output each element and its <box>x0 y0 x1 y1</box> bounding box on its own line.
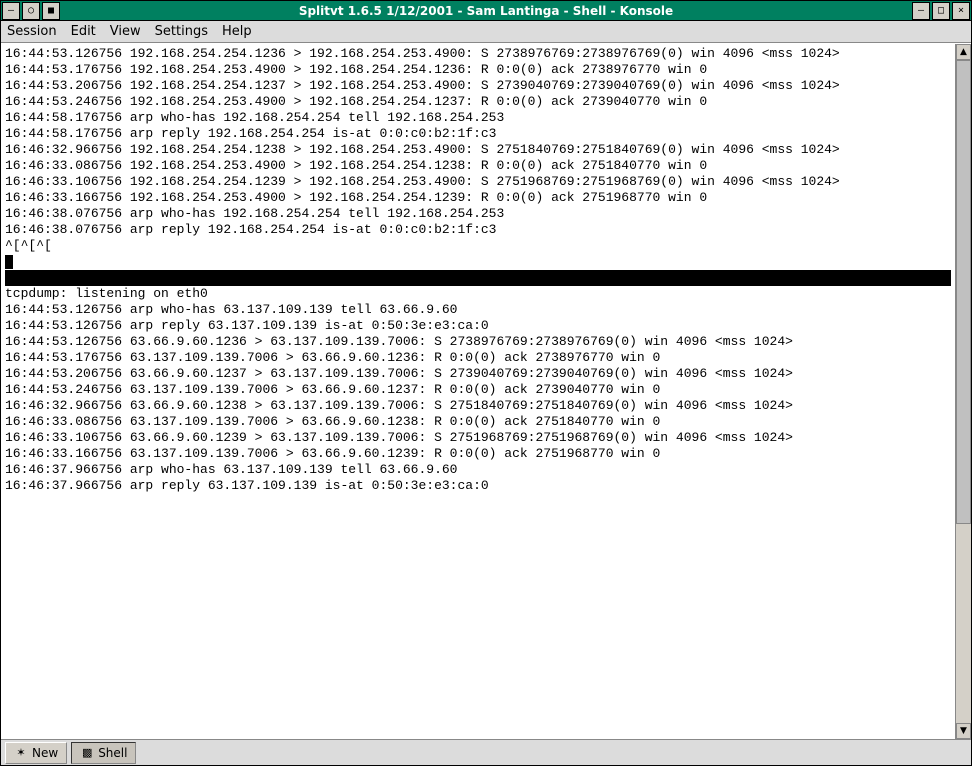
all-desktops-button[interactable]: ■ <box>42 2 60 20</box>
close-button[interactable]: × <box>952 2 970 20</box>
square-icon: ■ <box>48 5 54 16</box>
terminal-line: 16:44:53.246756 63.137.109.139.7006 > 63… <box>5 382 951 398</box>
konsole-window: – ○ ■ Splitvt 1.6.5 1/12/2001 - Sam Lant… <box>0 0 972 766</box>
menu-settings[interactable]: Settings <box>155 24 208 39</box>
terminal-line: 16:44:53.126756 arp who-has 63.137.109.1… <box>5 302 951 318</box>
terminal-cursor <box>5 255 13 269</box>
splitvt-divider <box>5 270 951 286</box>
terminal-line: 16:44:58.176756 arp who-has 192.168.254.… <box>5 110 951 126</box>
menu-session[interactable]: Session <box>7 24 57 39</box>
new-session-button[interactable]: ✶ New <box>5 742 67 764</box>
shell-icon: ▩ <box>80 746 94 760</box>
terminal-line: tcpdump: listening on eth0 <box>5 286 951 302</box>
scroll-thumb[interactable] <box>956 60 971 524</box>
terminal-line: 16:46:38.076756 arp reply 192.168.254.25… <box>5 222 951 238</box>
terminal-line: 16:44:53.176756 63.137.109.139.7006 > 63… <box>5 350 951 366</box>
terminal-line: 16:46:32.966756 192.168.254.254.1238 > 1… <box>5 142 951 158</box>
new-session-icon: ✶ <box>14 746 28 760</box>
menu-help[interactable]: Help <box>222 24 252 39</box>
tab-shell[interactable]: ▩ Shell <box>71 742 136 764</box>
terminal-line: 16:46:33.106756 192.168.254.254.1239 > 1… <box>5 174 951 190</box>
window-title: Splitvt 1.6.5 1/12/2001 - Sam Lantinga -… <box>61 4 911 18</box>
minimize-icon: – <box>918 5 924 16</box>
terminal-line: ^[^[^[ <box>5 238 951 254</box>
maximize-button[interactable]: □ <box>932 2 950 20</box>
terminal-line: 16:44:53.246756 192.168.254.253.4900 > 1… <box>5 94 951 110</box>
close-icon: × <box>958 5 964 16</box>
maximize-icon: □ <box>938 5 944 16</box>
chevron-down-icon: ▼ <box>960 726 967 736</box>
scroll-up-button[interactable]: ▲ <box>956 44 971 60</box>
menubar: Session Edit View Settings Help <box>1 21 971 43</box>
terminal-line: 16:46:33.086756 63.137.109.139.7006 > 63… <box>5 414 951 430</box>
terminal-area: 16:44:53.126756 192.168.254.254.1236 > 1… <box>1 43 971 739</box>
tab-shell-label: Shell <box>98 746 127 760</box>
terminal-cursor-line <box>5 254 951 270</box>
terminal-line: 16:46:37.966756 arp who-has 63.137.109.1… <box>5 462 951 478</box>
pin-icon: ○ <box>28 5 34 16</box>
terminal-line: 16:46:33.166756 192.168.254.253.4900 > 1… <box>5 190 951 206</box>
titlebar[interactable]: – ○ ■ Splitvt 1.6.5 1/12/2001 - Sam Lant… <box>1 1 971 21</box>
terminal-line: 16:46:33.166756 63.137.109.139.7006 > 63… <box>5 446 951 462</box>
chevron-up-icon: ▲ <box>960 47 967 57</box>
menu-view[interactable]: View <box>110 24 141 39</box>
terminal-line: 16:46:38.076756 arp who-has 192.168.254.… <box>5 206 951 222</box>
terminal-line: 16:44:53.176756 192.168.254.253.4900 > 1… <box>5 62 951 78</box>
terminal-line: 16:46:33.086756 192.168.254.253.4900 > 1… <box>5 158 951 174</box>
terminal-line: 16:44:53.206756 63.66.9.60.1237 > 63.137… <box>5 366 951 382</box>
terminal-line: 16:46:32.966756 63.66.9.60.1238 > 63.137… <box>5 398 951 414</box>
terminal-line: 16:44:53.126756 63.66.9.60.1236 > 63.137… <box>5 334 951 350</box>
session-tabbar: ✶ New ▩ Shell <box>1 739 971 765</box>
terminal-line: 16:44:53.126756 arp reply 63.137.109.139… <box>5 318 951 334</box>
window-menu-button[interactable]: – <box>2 2 20 20</box>
new-session-label: New <box>32 746 58 760</box>
dash-icon: – <box>8 5 14 16</box>
terminal-line: 16:44:58.176756 arp reply 192.168.254.25… <box>5 126 951 142</box>
terminal-line: 16:44:53.206756 192.168.254.254.1237 > 1… <box>5 78 951 94</box>
terminal-line: 16:46:37.966756 arp reply 63.137.109.139… <box>5 478 951 494</box>
minimize-button[interactable]: – <box>912 2 930 20</box>
terminal-output[interactable]: 16:44:53.126756 192.168.254.254.1236 > 1… <box>1 44 955 739</box>
scroll-track[interactable] <box>956 60 971 723</box>
scroll-down-button[interactable]: ▼ <box>956 723 971 739</box>
vertical-scrollbar[interactable]: ▲ ▼ <box>955 44 971 739</box>
terminal-line: 16:46:33.106756 63.66.9.60.1239 > 63.137… <box>5 430 951 446</box>
pin-button[interactable]: ○ <box>22 2 40 20</box>
terminal-line: 16:44:53.126756 192.168.254.254.1236 > 1… <box>5 46 951 62</box>
menu-edit[interactable]: Edit <box>71 24 96 39</box>
